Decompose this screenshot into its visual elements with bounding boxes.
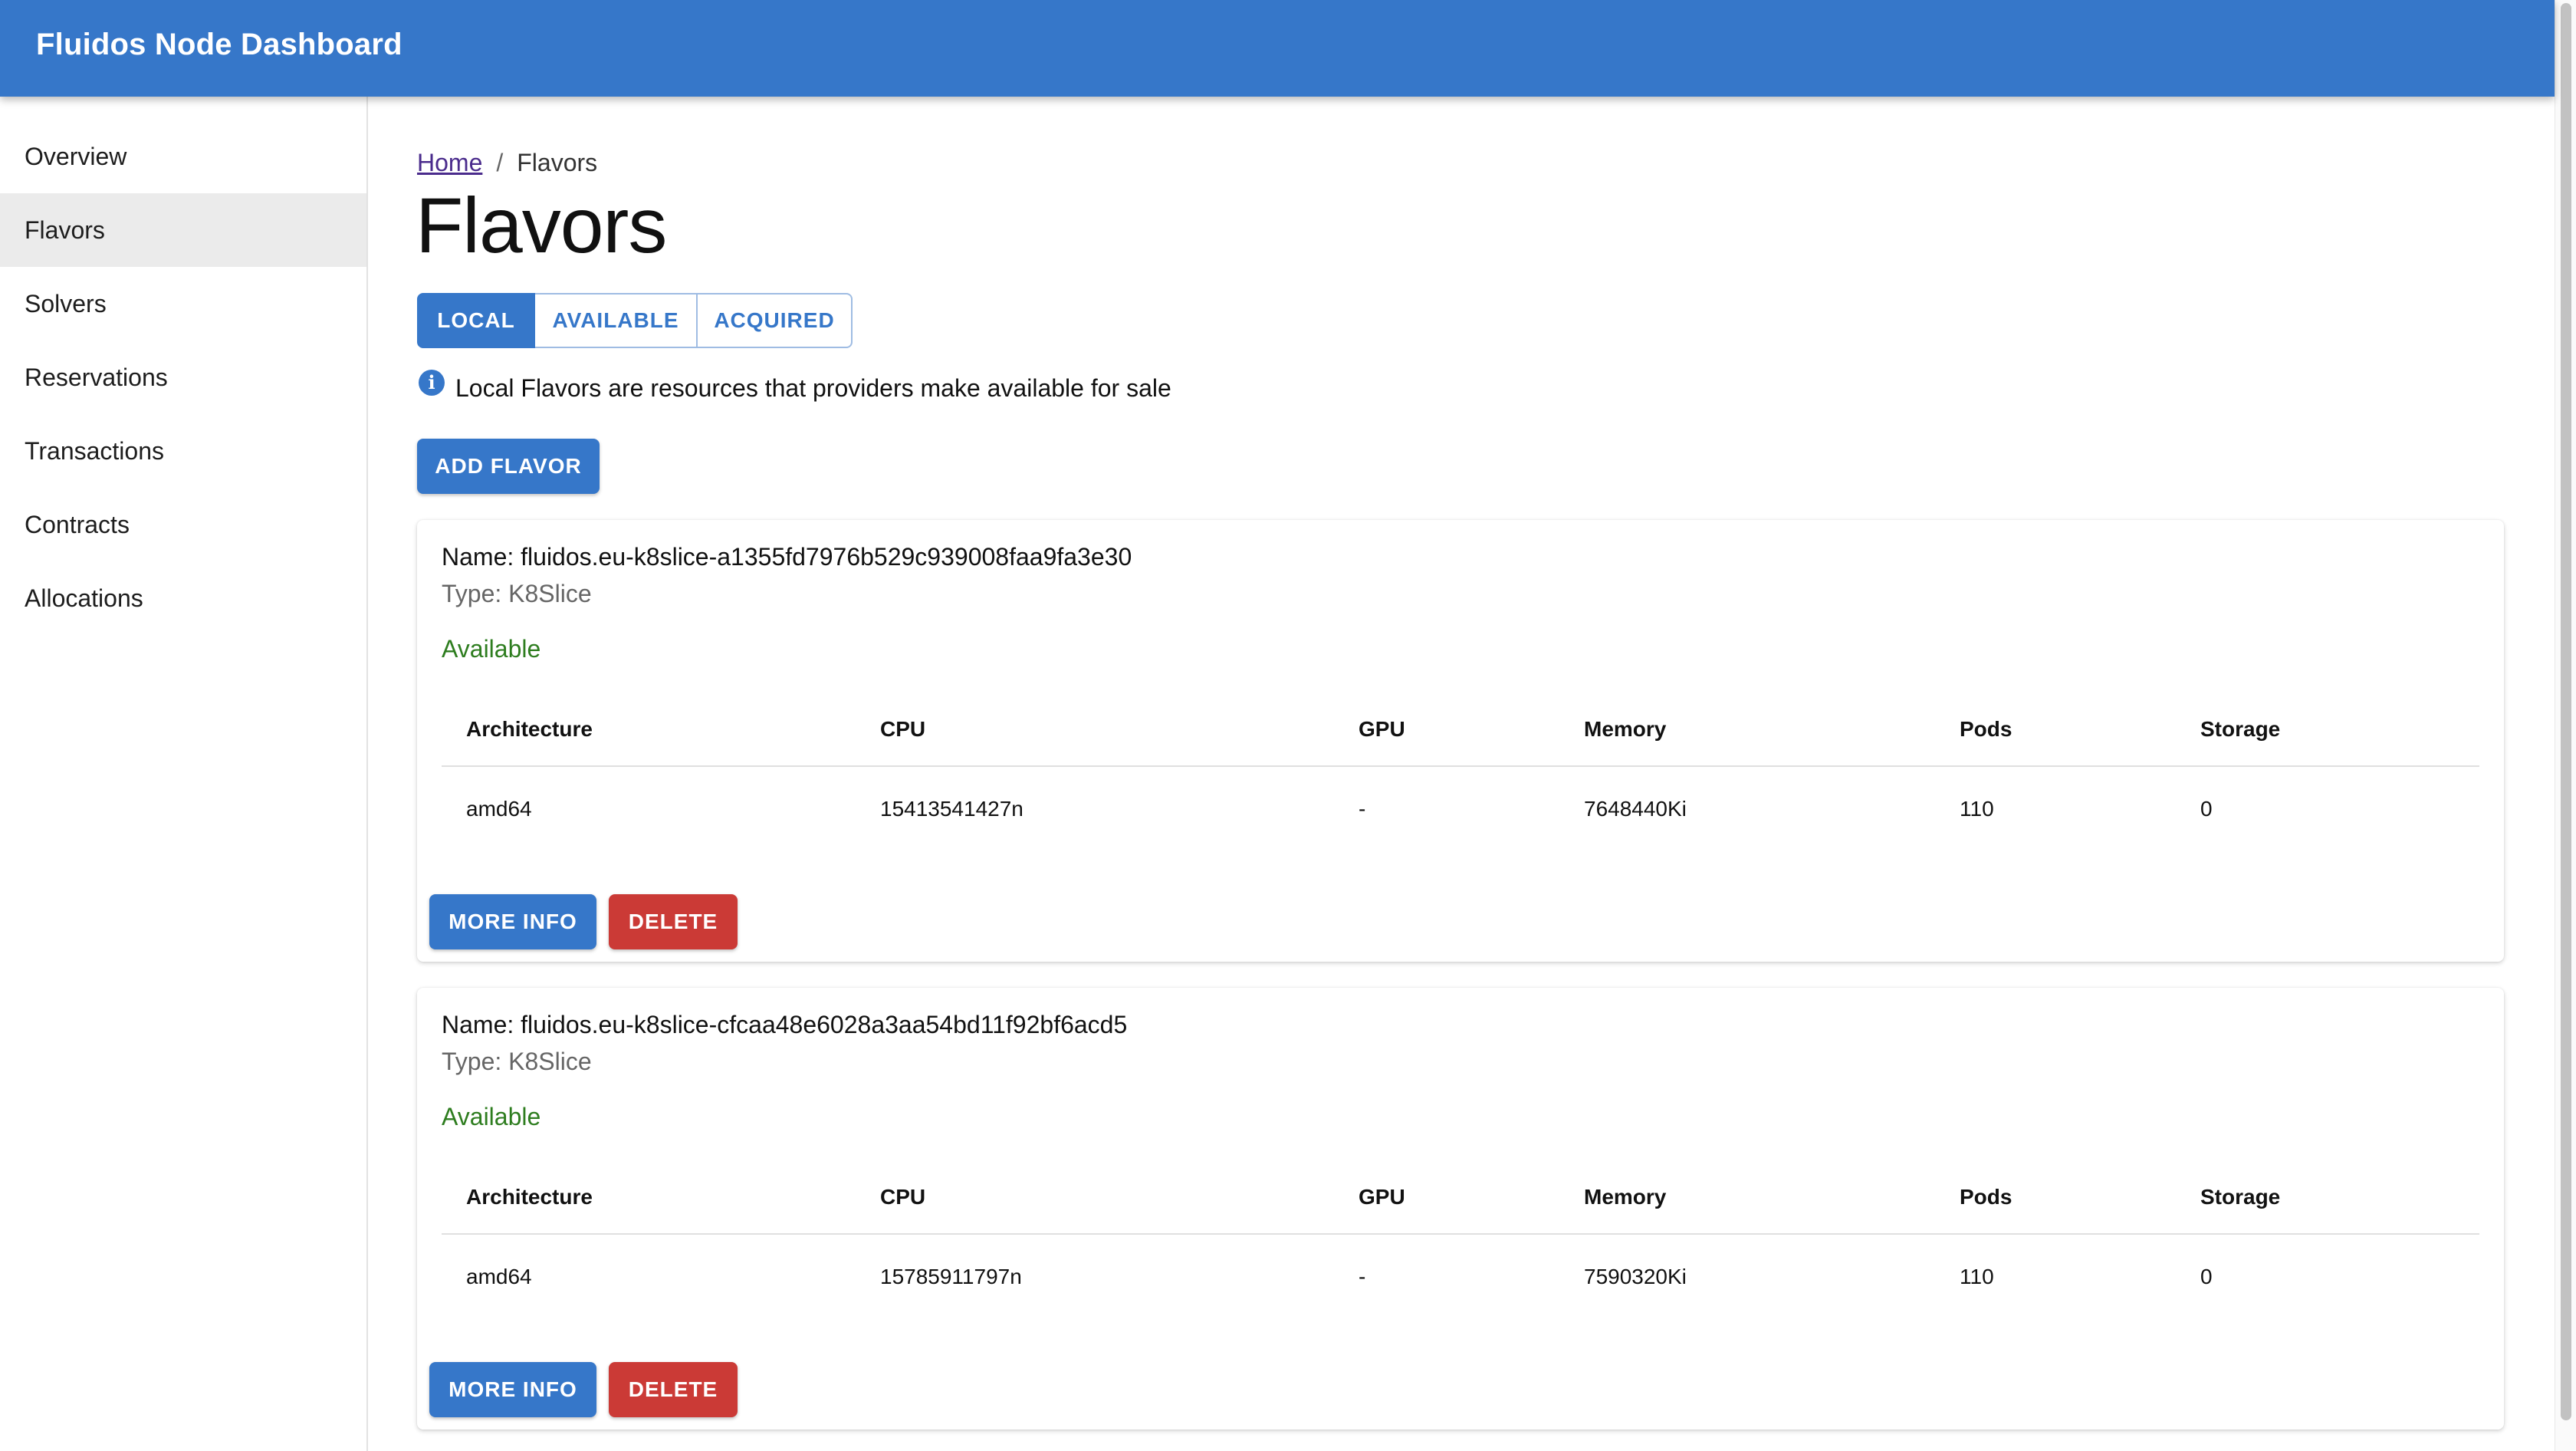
breadcrumb-home-link[interactable]: Home — [417, 149, 482, 177]
app-bar: Fluidos Node Dashboard — [0, 0, 2555, 97]
table-header-row: Architecture CPU GPU Memory Pods Storage — [442, 693, 2479, 767]
breadcrumb-separator: / — [496, 149, 504, 176]
flavor-tabs: LOCAL AVAILABLE ACQUIRED — [417, 293, 853, 348]
flavor-card: Name: fluidos.eu-k8slice-cfcaa48e6028a3a… — [417, 988, 2504, 1430]
cell-cpu: 15413541427n — [880, 797, 1024, 821]
add-flavor-button[interactable]: ADD FLAVOR — [417, 439, 600, 494]
column-header-storage: Storage — [2200, 1185, 2281, 1209]
cell-pods: 110 — [1960, 797, 1994, 821]
sidebar-item-solvers[interactable]: Solvers — [0, 267, 366, 341]
column-header-cpu: CPU — [880, 1185, 926, 1209]
sidebar: Overview Flavors Solvers Reservations Tr… — [0, 97, 368, 1451]
vertical-scrollbar[interactable] — [2555, 0, 2576, 1451]
info-icon: i — [419, 369, 445, 396]
table-row: amd64 15785911797n - 7590320Ki 110 0 — [442, 1235, 2479, 1319]
cell-cpu: 15785911797n — [880, 1265, 1022, 1288]
breadcrumb: Home / Flavors — [417, 149, 597, 177]
cell-storage: 0 — [2200, 797, 2213, 821]
column-header-memory: Memory — [1584, 717, 1667, 741]
sidebar-item-reservations[interactable]: Reservations — [0, 341, 366, 414]
sidebar-item-allocations[interactable]: Allocations — [0, 561, 366, 635]
cell-memory: 7648440Ki — [1584, 797, 1687, 821]
sidebar-item-transactions[interactable]: Transactions — [0, 414, 366, 488]
cell-gpu: - — [1359, 1265, 1366, 1288]
column-header-pods: Pods — [1960, 1185, 2013, 1209]
tab-acquired[interactable]: ACQUIRED — [698, 293, 853, 348]
breadcrumb-current: Flavors — [517, 149, 598, 176]
column-header-architecture: Architecture — [466, 717, 593, 741]
info-message: i Local Flavors are resources that provi… — [419, 369, 1171, 403]
info-text: Local Flavors are resources that provide… — [455, 374, 1171, 402]
column-header-storage: Storage — [2200, 717, 2281, 741]
cell-storage: 0 — [2200, 1265, 2213, 1288]
scrollbar-thumb[interactable] — [2561, 3, 2571, 1420]
flavor-card: Name: fluidos.eu-k8slice-a1355fd7976b529… — [417, 520, 2504, 962]
table-header-row: Architecture CPU GPU Memory Pods Storage — [442, 1161, 2479, 1235]
column-header-pods: Pods — [1960, 717, 2013, 741]
column-header-gpu: GPU — [1359, 1185, 1405, 1209]
app-title: Fluidos Node Dashboard — [36, 28, 402, 61]
column-header-cpu: CPU — [880, 717, 926, 741]
sidebar-item-overview[interactable]: Overview — [0, 120, 366, 193]
sidebar-item-flavors[interactable]: Flavors — [0, 193, 366, 267]
flavor-type: Type: K8Slice — [442, 1048, 592, 1075]
cell-memory: 7590320Ki — [1584, 1265, 1687, 1288]
cell-gpu: - — [1359, 797, 1366, 821]
cell-architecture: amd64 — [466, 797, 532, 821]
tab-local[interactable]: LOCAL — [417, 293, 535, 348]
flavor-status: Available — [442, 1103, 541, 1130]
table-row: amd64 15413541427n - 7648440Ki 110 0 — [442, 767, 2479, 851]
more-info-button[interactable]: MORE INFO — [429, 894, 596, 949]
column-header-architecture: Architecture — [466, 1185, 593, 1209]
sidebar-item-contracts[interactable]: Contracts — [0, 488, 366, 561]
page-title: Flavors — [416, 182, 667, 269]
column-header-memory: Memory — [1584, 1185, 1667, 1209]
column-header-gpu: GPU — [1359, 717, 1405, 741]
flavor-name: Name: fluidos.eu-k8slice-a1355fd7976b529… — [442, 543, 1132, 571]
flavor-status: Available — [442, 635, 541, 663]
tab-available[interactable]: AVAILABLE — [535, 293, 698, 348]
delete-button[interactable]: DELETE — [609, 894, 738, 949]
more-info-button[interactable]: MORE INFO — [429, 1362, 596, 1417]
flavor-name: Name: fluidos.eu-k8slice-cfcaa48e6028a3a… — [442, 1011, 1128, 1038]
cell-architecture: amd64 — [466, 1265, 532, 1288]
delete-button[interactable]: DELETE — [609, 1362, 738, 1417]
cell-pods: 110 — [1960, 1265, 1994, 1288]
flavor-type: Type: K8Slice — [442, 580, 592, 607]
